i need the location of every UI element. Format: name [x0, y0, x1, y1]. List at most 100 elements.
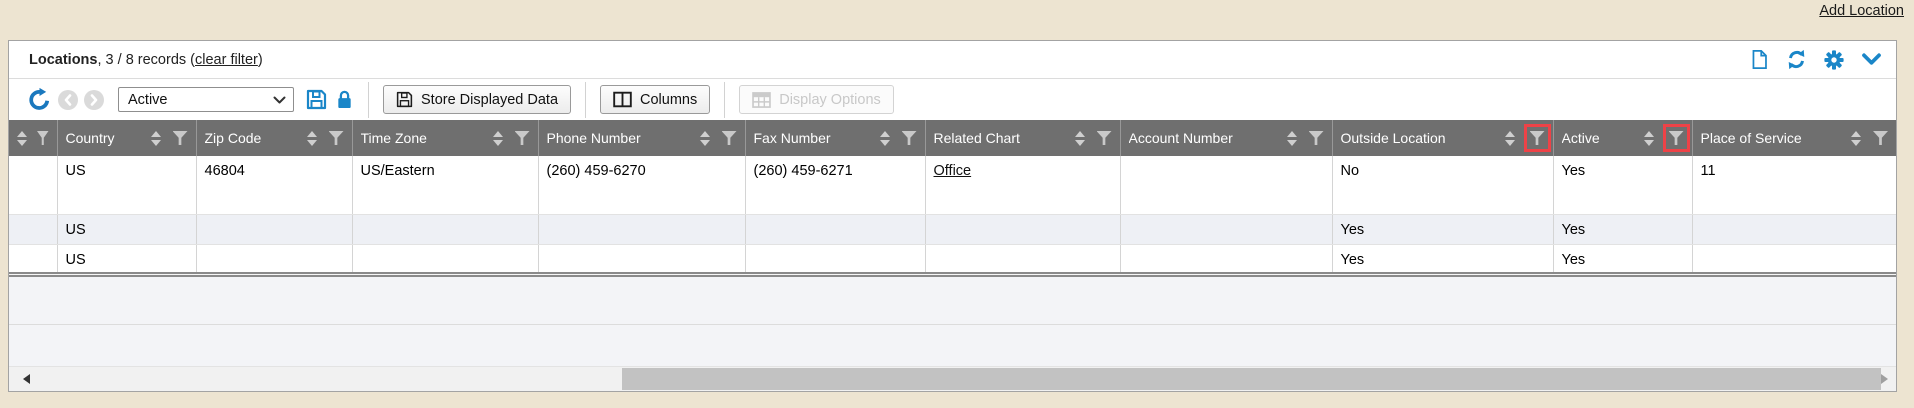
- panel-empty-area: [9, 325, 1896, 366]
- cell-row-actions: [9, 156, 57, 214]
- column-header-row-actions[interactable]: [9, 120, 57, 156]
- cell-time-zone: [352, 214, 538, 244]
- cell-time-zone: [352, 244, 538, 272]
- column-label: Active: [1562, 130, 1600, 146]
- filter-icon[interactable]: [1873, 131, 1888, 145]
- filter-icon[interactable]: [902, 131, 917, 145]
- filter-icon[interactable]: [1530, 131, 1545, 145]
- columns-button[interactable]: Columns: [600, 85, 710, 114]
- cell-related-chart: [925, 244, 1120, 272]
- sort-icon[interactable]: [493, 131, 503, 146]
- scroll-left-icon[interactable]: [23, 374, 30, 384]
- filter-icon[interactable]: [1309, 131, 1324, 145]
- chevron-down-icon[interactable]: [1861, 52, 1882, 67]
- clear-filter-link[interactable]: clear filter: [195, 52, 258, 68]
- column-header-outside-location[interactable]: Outside Location: [1332, 120, 1553, 156]
- table-row[interactable]: US Yes Yes: [9, 214, 1896, 244]
- locations-grid: Country Zip Code Time Zone Phone Numbe: [9, 120, 1896, 272]
- column-header-related-chart[interactable]: Related Chart: [925, 120, 1120, 156]
- cell-active: Yes: [1553, 156, 1692, 214]
- refresh-icon[interactable]: [1786, 49, 1807, 70]
- save-icon[interactable]: [306, 89, 327, 110]
- cell-outside-location: Yes: [1332, 214, 1553, 244]
- toolbar: Active Store Displayed Data: [9, 79, 1896, 120]
- cell-account-number: [1120, 244, 1332, 272]
- related-chart-link[interactable]: Office: [934, 163, 972, 179]
- column-header-phone-number[interactable]: Phone Number: [538, 120, 745, 156]
- filter-icon[interactable]: [173, 131, 188, 145]
- sort-icon[interactable]: [880, 131, 890, 146]
- records-count: , 3 / 8 records (: [97, 52, 195, 68]
- column-label: Fax Number: [754, 130, 831, 146]
- panel-title-row: Locations, 3 / 8 records (clear filter): [9, 41, 1896, 79]
- column-header-fax-number[interactable]: Fax Number: [745, 120, 925, 156]
- cell-outside-location: Yes: [1332, 244, 1553, 272]
- sort-icon[interactable]: [700, 131, 710, 146]
- cell-outside-location: No: [1332, 156, 1553, 214]
- cell-related-chart: Office: [925, 156, 1120, 214]
- cell-phone-number: (260) 459-6270: [538, 156, 745, 214]
- column-header-zip-code[interactable]: Zip Code: [196, 120, 352, 156]
- sort-icon[interactable]: [1851, 131, 1861, 146]
- cell-zip-code: [196, 244, 352, 272]
- column-label: Account Number: [1129, 130, 1233, 146]
- filter-icon[interactable]: [1097, 131, 1112, 145]
- sort-icon[interactable]: [1644, 131, 1654, 146]
- filter-icon[interactable]: [329, 131, 344, 145]
- column-header-time-zone[interactable]: Time Zone: [352, 120, 538, 156]
- sort-icon[interactable]: [307, 131, 317, 146]
- column-header-place-of-service[interactable]: Place of Service: [1692, 120, 1896, 156]
- scroll-right-icon[interactable]: [1881, 374, 1888, 384]
- view-filter-value: Active: [128, 92, 273, 108]
- cell-place-of-service: [1692, 244, 1896, 272]
- sort-icon[interactable]: [151, 131, 161, 146]
- columns-icon: [613, 91, 632, 108]
- cell-fax-number: (260) 459-6271: [745, 156, 925, 214]
- sort-icon[interactable]: [17, 131, 27, 146]
- sort-icon[interactable]: [1505, 131, 1515, 146]
- filter-highlight-box: [1663, 124, 1690, 152]
- view-filter-select[interactable]: Active: [118, 87, 294, 112]
- cell-country: US: [57, 214, 196, 244]
- gear-icon[interactable]: [1824, 50, 1844, 70]
- previous-icon[interactable]: [58, 90, 78, 110]
- filter-icon[interactable]: [1669, 131, 1684, 145]
- records-count-close: ): [258, 52, 263, 68]
- column-label: Related Chart: [934, 130, 1020, 146]
- panel-title-icons: [1750, 49, 1882, 70]
- store-displayed-data-label: Store Displayed Data: [421, 92, 558, 108]
- sort-icon[interactable]: [1075, 131, 1085, 146]
- new-document-icon[interactable]: [1750, 49, 1769, 70]
- column-header-country[interactable]: Country: [57, 120, 196, 156]
- cell-place-of-service: [1692, 214, 1896, 244]
- display-options-label: Display Options: [779, 92, 881, 108]
- next-icon[interactable]: [84, 90, 104, 110]
- store-displayed-data-button[interactable]: Store Displayed Data: [383, 85, 571, 114]
- column-header-account-number[interactable]: Account Number: [1120, 120, 1332, 156]
- locations-panel: Locations, 3 / 8 records (clear filter): [8, 40, 1897, 392]
- top-bar: Add Location: [0, 0, 1914, 40]
- lock-icon[interactable]: [335, 89, 354, 110]
- sort-icon[interactable]: [1287, 131, 1297, 146]
- cell-time-zone: US/Eastern: [352, 156, 538, 214]
- column-label: Zip Code: [205, 130, 262, 146]
- scrollbar-thumb[interactable]: [622, 368, 1881, 390]
- add-location-link[interactable]: Add Location: [1819, 3, 1904, 19]
- cell-account-number: [1120, 156, 1332, 214]
- column-header-active[interactable]: Active: [1553, 120, 1692, 156]
- filter-icon[interactable]: [37, 131, 49, 145]
- filter-icon[interactable]: [722, 131, 737, 145]
- cell-country: US: [57, 244, 196, 272]
- table-row[interactable]: US Yes Yes: [9, 244, 1896, 272]
- cell-phone-number: [538, 244, 745, 272]
- filter-icon[interactable]: [515, 131, 530, 145]
- cell-fax-number: [745, 244, 925, 272]
- cell-phone-number: [538, 214, 745, 244]
- column-label: Country: [66, 130, 115, 146]
- table-row[interactable]: US 46804 US/Eastern (260) 459-6270 (260)…: [9, 156, 1896, 214]
- toolbar-separator: [724, 82, 725, 118]
- undo-icon[interactable]: [27, 87, 52, 112]
- cell-row-actions: [9, 214, 57, 244]
- filter-highlight-box: [1524, 124, 1551, 152]
- horizontal-scrollbar[interactable]: [9, 366, 1896, 391]
